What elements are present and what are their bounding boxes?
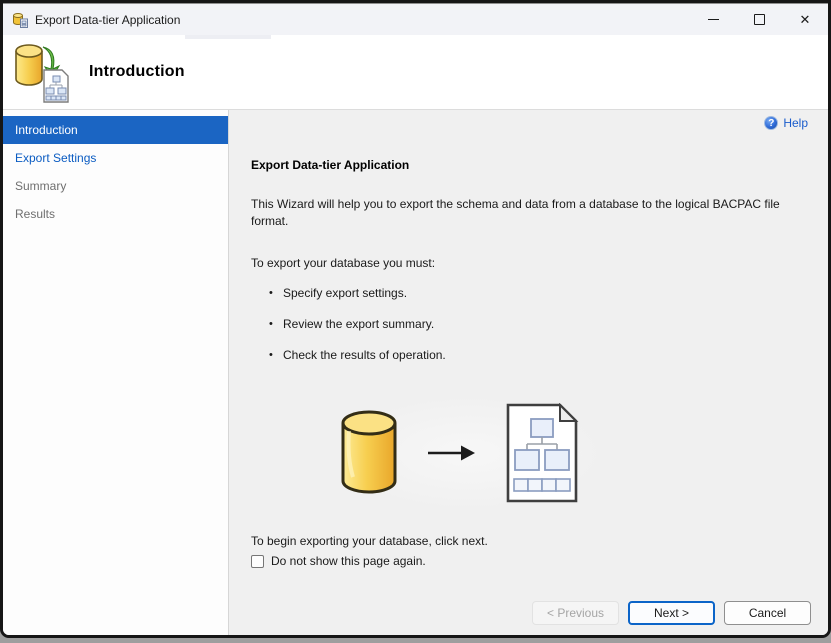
minimize-button[interactable] <box>690 4 736 35</box>
sidebar-item-label: Export Settings <box>15 151 97 165</box>
do-not-show-label: Do not show this page again. <box>271 554 426 568</box>
bullet-item: • Check the results of operation. <box>269 348 802 362</box>
maximize-button[interactable] <box>736 4 782 35</box>
begin-export-note: To begin exporting your database, click … <box>251 534 488 548</box>
main-panel: ? Help Export Data-tier Application This… <box>229 110 828 635</box>
sidebar-item-label: Summary <box>15 179 67 193</box>
window-controls: ✕ <box>690 4 828 35</box>
app-icon <box>13 12 28 28</box>
sidebar-item-summary: Summary <box>3 172 228 200</box>
minimize-icon <box>707 19 719 20</box>
sidebar-item-export-settings[interactable]: Export Settings <box>3 144 228 172</box>
bullet-icon: • <box>269 318 273 330</box>
bullet-item: • Review the export summary. <box>269 317 802 331</box>
wizard-header: Introduction <box>3 35 828 110</box>
sidebar-item-results: Results <box>3 200 228 228</box>
wizard-window: Export Data-tier Application ✕ Introduct… <box>0 0 831 638</box>
next-button[interactable]: Next > <box>628 601 715 625</box>
wizard-steps-sidebar: Introduction Export Settings Summary Res… <box>3 110 229 635</box>
title-bar: Export Data-tier Application ✕ <box>3 3 828 39</box>
titlebar-artifact <box>185 35 271 39</box>
introduction-content: Export Data-tier Application This Wizard… <box>229 110 828 568</box>
close-button[interactable]: ✕ <box>782 4 828 35</box>
bullet-icon: • <box>269 287 273 299</box>
arrow-right-icon <box>428 445 475 461</box>
cancel-button[interactable]: Cancel <box>724 601 811 625</box>
database-cylinder-icon <box>341 410 397 494</box>
content-heading: Export Data-tier Application <box>251 158 410 172</box>
export-illustration <box>339 398 599 508</box>
page-title: Introduction <box>89 63 185 80</box>
bacpac-document-icon <box>506 403 579 503</box>
bullet-text: Review the export summary. <box>283 317 435 331</box>
bullet-item: • Specify export settings. <box>269 286 802 300</box>
help-link[interactable]: ? Help <box>764 116 808 130</box>
list-intro: To export your database you must: <box>251 256 436 270</box>
bullet-icon: • <box>269 349 273 361</box>
sidebar-item-label: Results <box>15 207 56 221</box>
wizard-footer-buttons: < Previous Next > Cancel <box>532 601 811 625</box>
help-label: Help <box>783 116 808 130</box>
bullet-text: Check the results of operation. <box>283 348 446 362</box>
sidebar-item-introduction[interactable]: Introduction <box>3 116 228 144</box>
do-not-show-checkbox[interactable] <box>251 554 264 568</box>
bullet-text: Specify export settings. <box>283 286 408 300</box>
sidebar-item-label: Introduction <box>15 123 78 137</box>
export-database-icon <box>15 44 69 103</box>
close-icon: ✕ <box>799 12 811 27</box>
intro-paragraph: This Wizard will help you to export the … <box>251 197 780 228</box>
do-not-show-row: Do not show this page again. <box>251 554 802 568</box>
maximize-icon <box>753 14 765 25</box>
window-title: Export Data-tier Application <box>35 12 181 27</box>
help-icon: ? <box>764 116 779 130</box>
previous-button[interactable]: < Previous <box>532 601 619 625</box>
wizard-body: Introduction Export Settings Summary Res… <box>3 110 828 635</box>
